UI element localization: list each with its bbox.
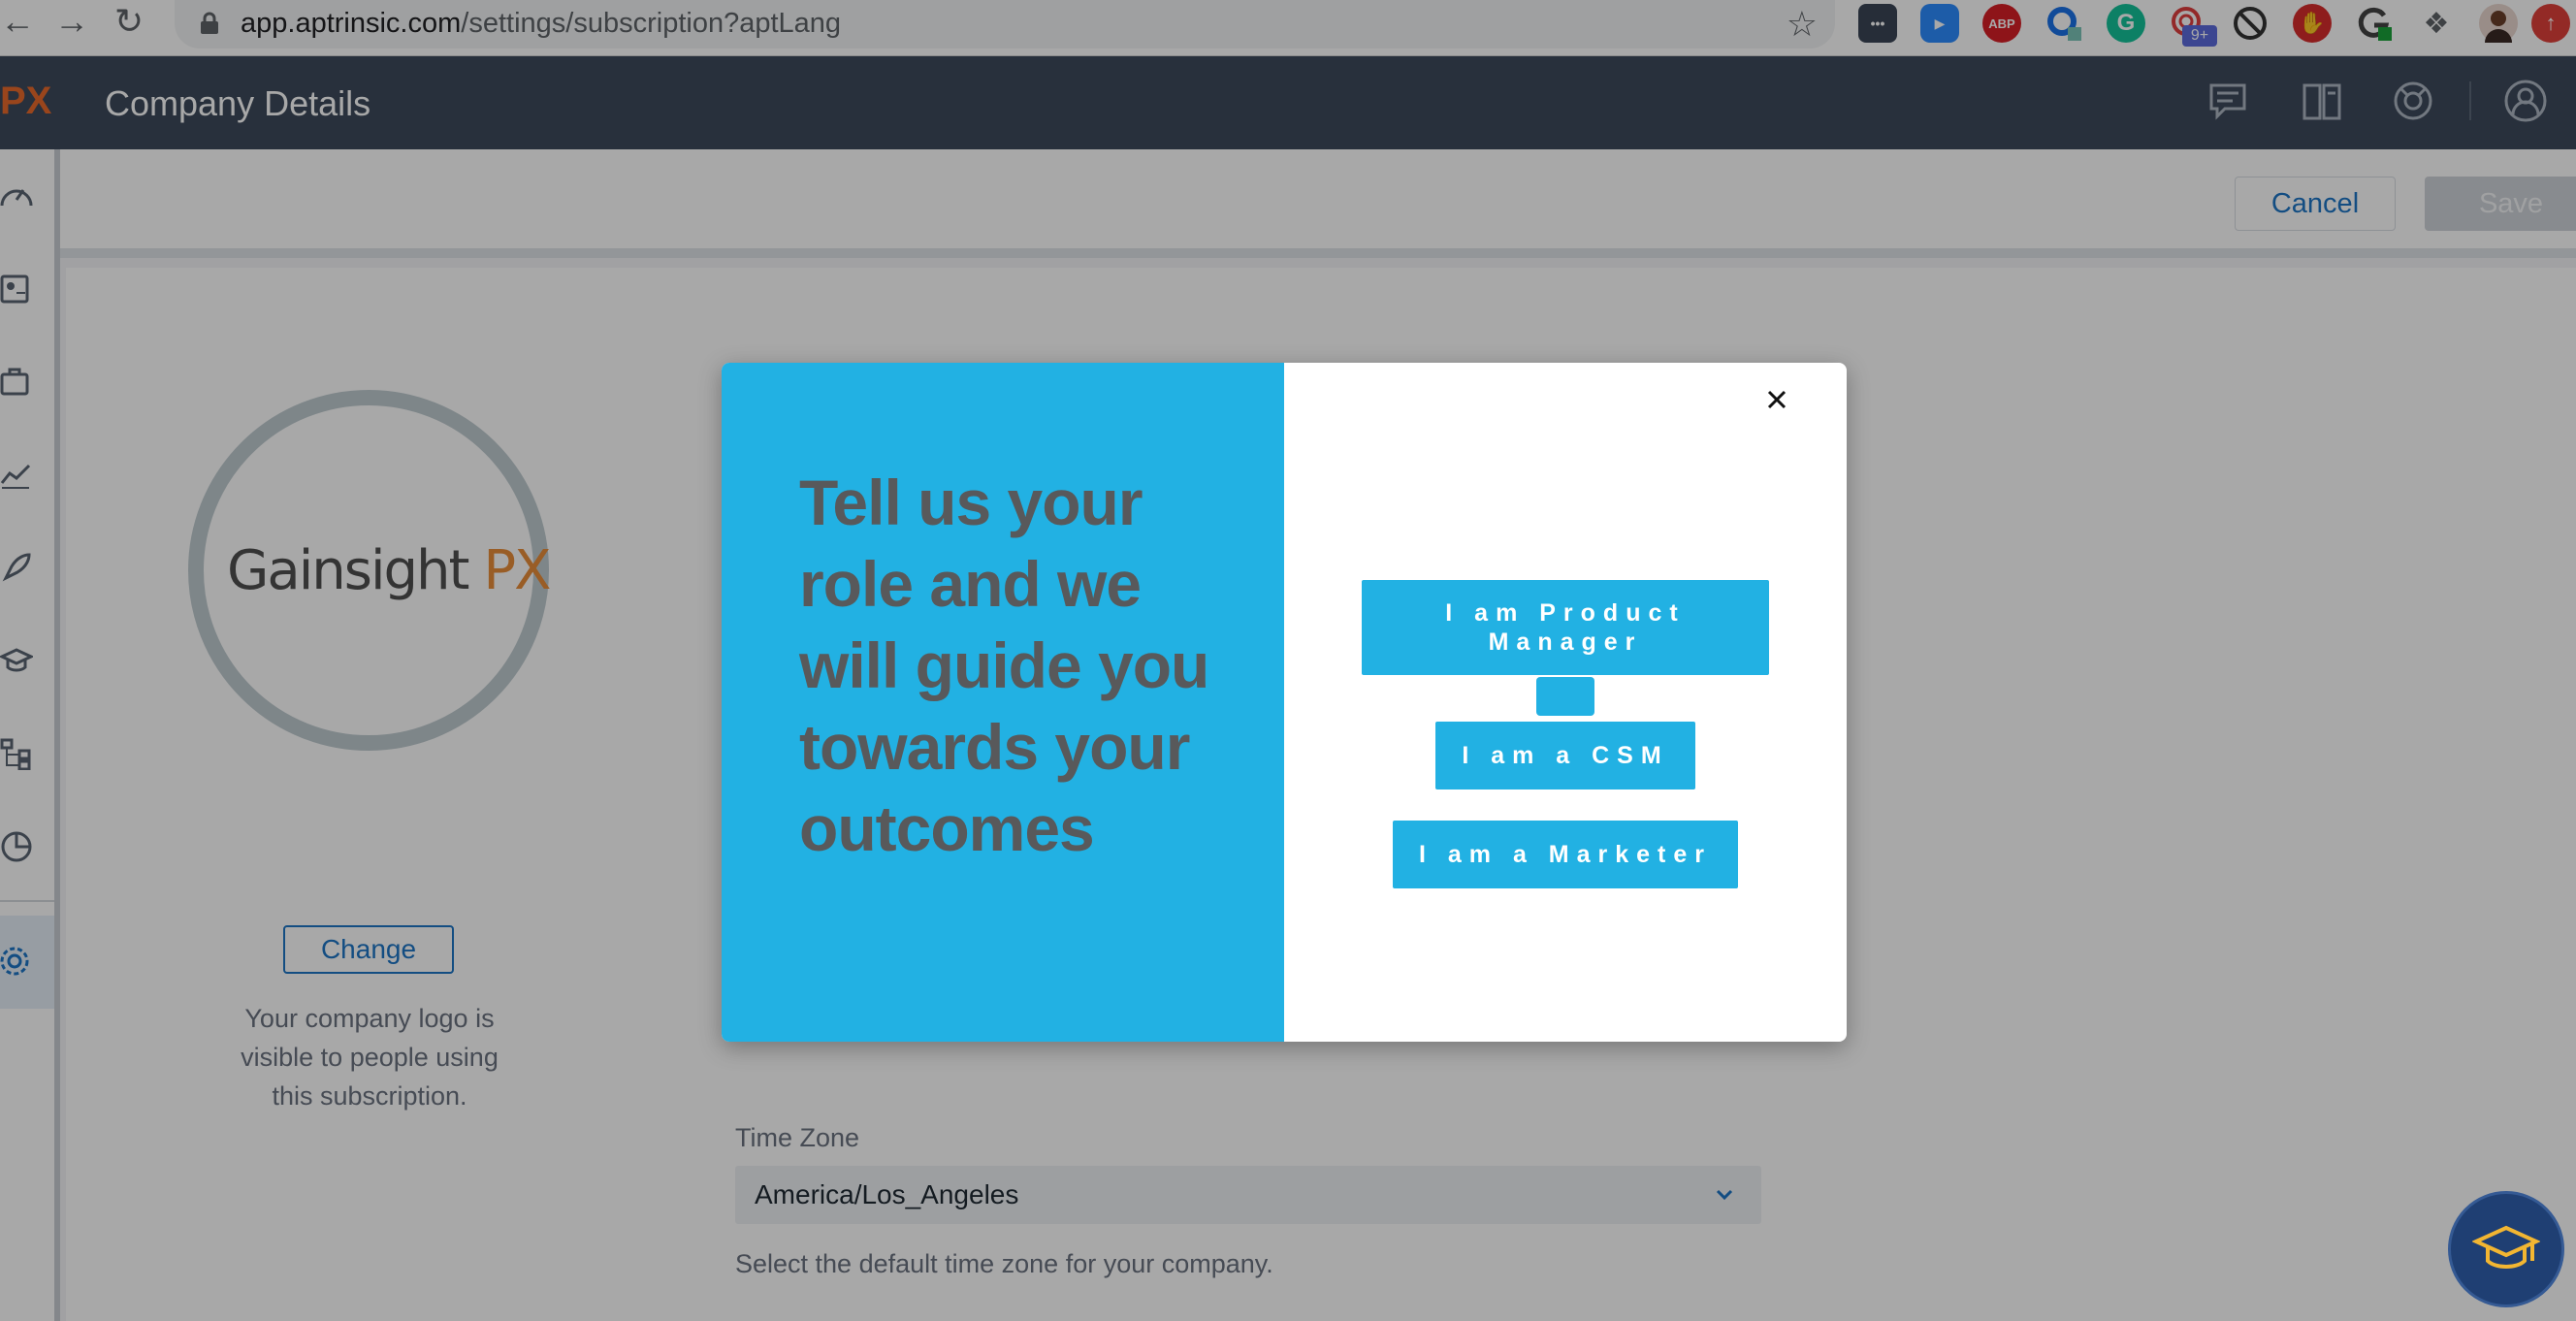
product-manager-role-label: I am Product Manager (1445, 599, 1686, 656)
product-manager-role-button[interactable]: I am Product Manager (1362, 580, 1769, 675)
graduation-cap-icon (2472, 1225, 2540, 1269)
role-selection-dialog: Tell us your role and we will guide you … (722, 363, 1847, 1042)
dialog-hero-panel: Tell us your role and we will guide you … (722, 363, 1284, 1042)
close-icon[interactable] (1757, 380, 1796, 419)
csm-role-label: I am a CSM (1462, 742, 1669, 769)
learning-center-button[interactable] (2448, 1191, 2564, 1307)
csm-role-button[interactable]: I am a CSM (1435, 722, 1695, 789)
marketer-role-label: I am a Marketer (1418, 841, 1713, 868)
dialog-headline: Tell us your role and we will guide you … (799, 467, 1209, 864)
button-connector (1536, 677, 1594, 716)
marketer-role-button[interactable]: I am a Marketer (1393, 821, 1738, 888)
